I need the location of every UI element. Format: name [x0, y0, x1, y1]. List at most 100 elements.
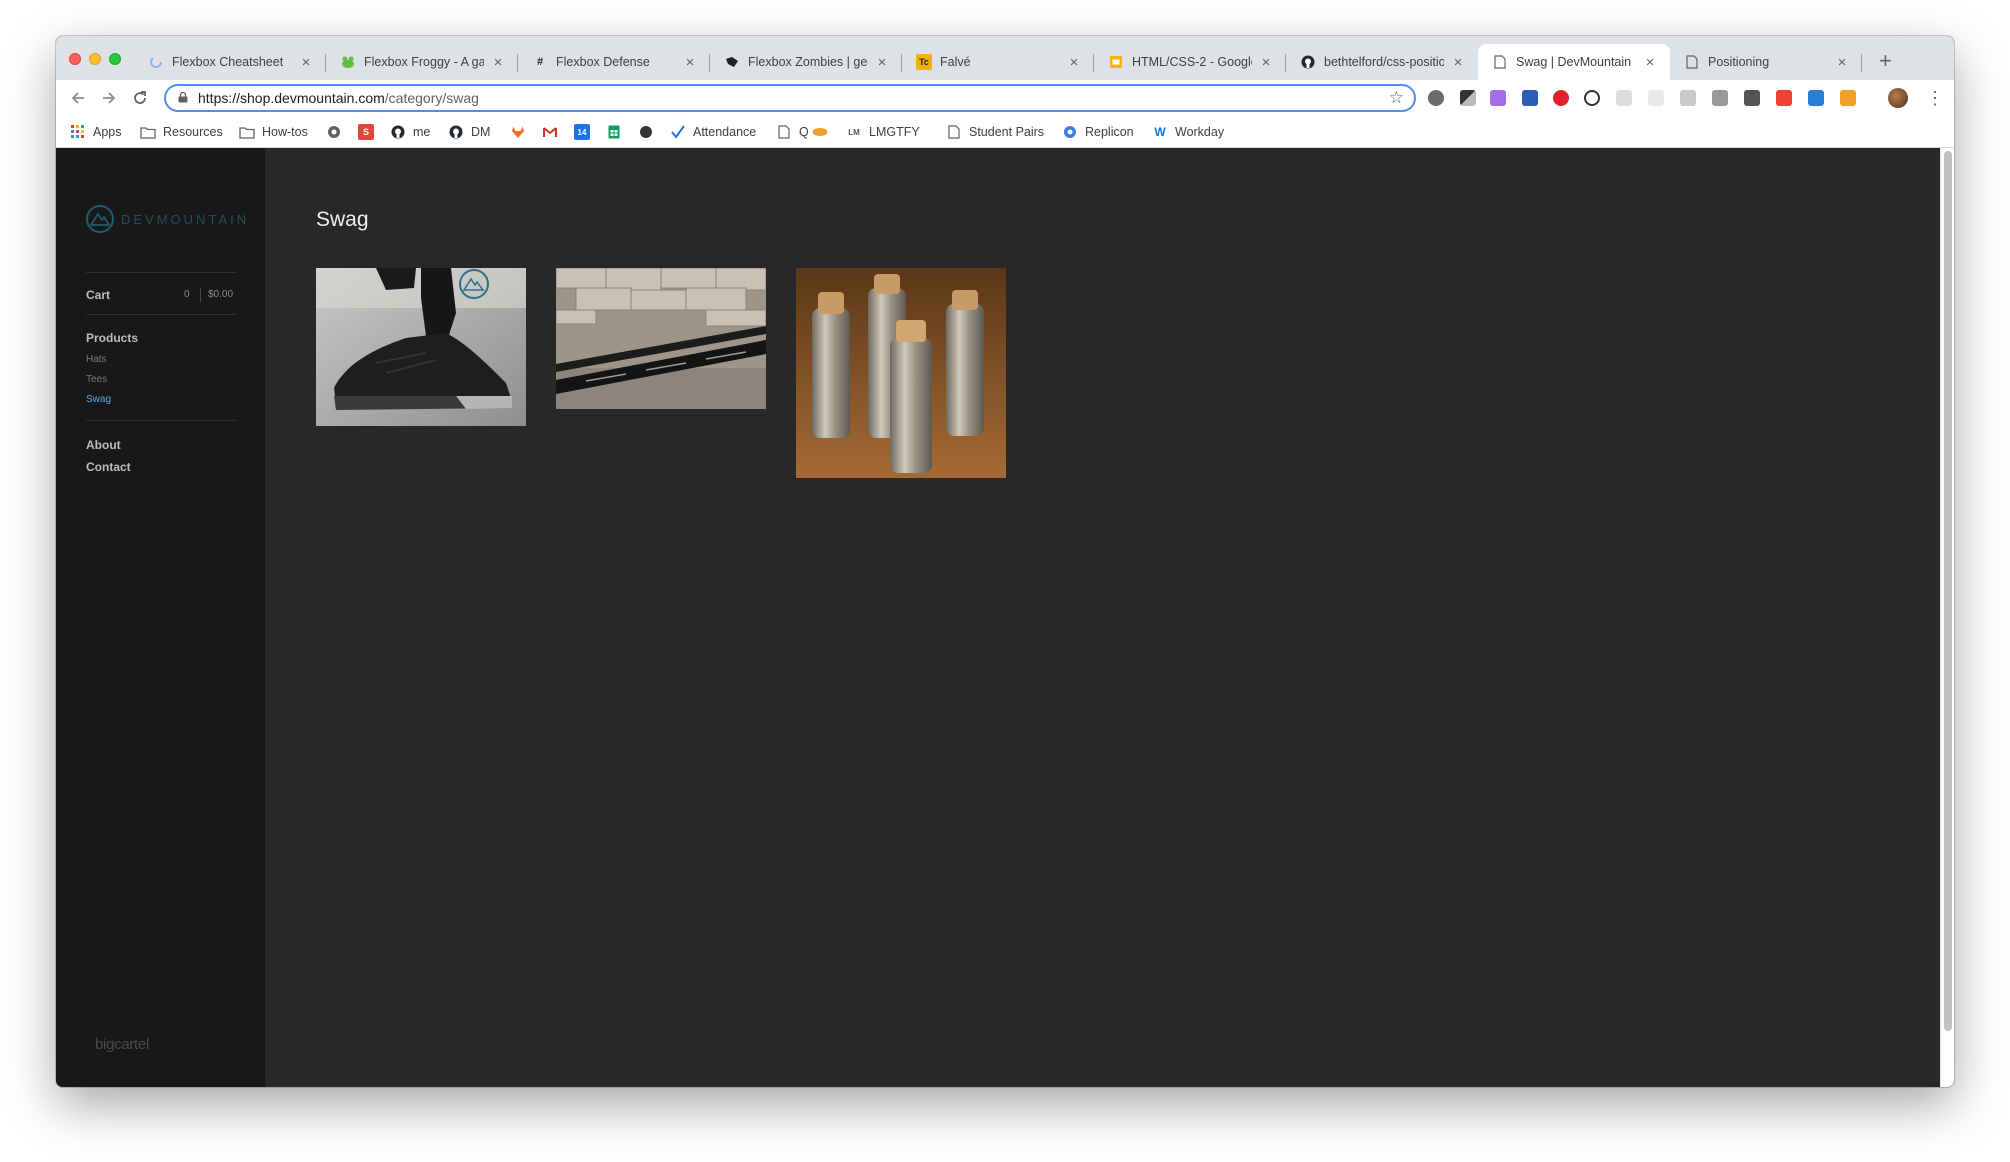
bookmark-q[interactable]: Q	[776, 116, 809, 148]
tab-swag-devmountain[interactable]: Swag | DevMountain ×	[1478, 44, 1670, 80]
tab-title: bethtelford/css-positio	[1324, 55, 1444, 69]
product-lanyard[interactable]	[556, 268, 766, 409]
bookmark-lmgtfy[interactable]: LM LMGTFY	[846, 116, 919, 148]
product-bottles[interactable]	[796, 268, 1006, 478]
tab-flexbox-cheatsheet[interactable]: Flexbox Cheatsheet ×	[134, 44, 326, 80]
falve-icon: Tc	[916, 54, 932, 70]
extension-icon[interactable]	[1808, 90, 1824, 106]
nav-about[interactable]: About	[86, 438, 121, 452]
bookmark-gitlab[interactable]	[510, 116, 533, 148]
tab-flexbox-zombies[interactable]: Flexbox Zombies | geo ×	[710, 44, 902, 80]
extension-icon[interactable]	[1648, 90, 1664, 106]
sidebar-divider	[86, 314, 236, 315]
profile-avatar[interactable]	[1888, 88, 1908, 108]
bookmark-sheets[interactable]	[606, 116, 629, 148]
bookmark-dm[interactable]: DM	[448, 116, 490, 148]
close-icon[interactable]: ×	[490, 54, 506, 71]
github-icon	[1300, 54, 1316, 70]
gmail-icon	[542, 124, 558, 140]
extension-icon[interactable]	[1776, 90, 1792, 106]
close-icon[interactable]: ×	[1258, 54, 1274, 71]
back-button[interactable]	[66, 86, 90, 110]
extension-icon[interactable]	[1460, 90, 1476, 106]
tab-flexbox-froggy[interactable]: Flexbox Froggy - A ga ×	[326, 44, 518, 80]
nav-category-tees[interactable]: Tees	[86, 374, 107, 385]
page-icon	[1492, 54, 1508, 70]
bookmark-label: Q	[799, 125, 809, 139]
nav-category-swag[interactable]: Swag	[86, 394, 111, 405]
menu-kebab-icon[interactable]: ⋮	[1926, 86, 1944, 110]
bookmark-bread[interactable]	[812, 116, 835, 148]
product-shoe[interactable]	[316, 268, 526, 426]
nav-products[interactable]: Products	[86, 331, 138, 345]
calendar-icon: 14	[574, 124, 590, 140]
close-icon[interactable]: ×	[1450, 54, 1466, 71]
page-icon	[946, 124, 962, 140]
nav-category-hats[interactable]: Hats	[86, 354, 107, 365]
extension-icon[interactable]	[1616, 90, 1632, 106]
close-icon[interactable]: ×	[298, 54, 314, 71]
extension-icon[interactable]	[1584, 90, 1600, 106]
tab-positioning[interactable]: Positioning ×	[1670, 44, 1862, 80]
arrow-right-icon	[103, 92, 116, 104]
bookmark-how-tos[interactable]: How-tos	[239, 116, 308, 148]
sheets-icon	[606, 124, 622, 140]
bookmark-student-pairs[interactable]: Student Pairs	[946, 116, 1044, 148]
extension-icon[interactable]	[1744, 90, 1760, 106]
tab-html-css-slides[interactable]: HTML/CSS-2 - Google ×	[1094, 44, 1286, 80]
forward-button[interactable]	[97, 86, 121, 110]
bookmark-me[interactable]: me	[390, 116, 430, 148]
bookmark-label: Attendance	[693, 125, 757, 139]
close-icon[interactable]: ×	[874, 54, 890, 71]
bookmark-calendar[interactable]: 14	[574, 116, 597, 148]
extension-icon[interactable]	[1840, 90, 1856, 106]
bookmark-label: How-tos	[262, 125, 308, 139]
extension-icon[interactable]	[1428, 90, 1444, 106]
minimize-window-button[interactable]	[89, 53, 101, 65]
store-logo[interactable]: DEVMOUNTAIN	[85, 204, 249, 234]
bookmark-attendance[interactable]: Attendance	[670, 116, 756, 148]
bookmark-workday[interactable]: W Workday	[1152, 116, 1224, 148]
bookmark-apps[interactable]: Apps	[70, 116, 122, 148]
tab-github-css-positioning[interactable]: bethtelford/css-positio ×	[1286, 44, 1478, 80]
nav-contact[interactable]: Contact	[86, 460, 131, 474]
close-icon[interactable]: ×	[1834, 54, 1850, 71]
tab-title: Flexbox Zombies | geo	[748, 55, 868, 69]
cart-count: 0	[184, 289, 190, 300]
close-window-button[interactable]	[69, 53, 81, 65]
cart-link[interactable]: Cart 0 $0.00	[86, 288, 236, 302]
bookmark-codepen[interactable]: S	[358, 116, 381, 148]
page-scrollbar[interactable]	[1940, 148, 1954, 1087]
tab-flexbox-defense[interactable]: # Flexbox Defense ×	[518, 44, 710, 80]
slides-icon	[1108, 54, 1124, 70]
close-icon[interactable]: ×	[1066, 54, 1082, 71]
address-bar[interactable]: https://shop.devmountain.com/category/sw…	[164, 84, 1416, 112]
sidebar-divider	[86, 272, 236, 273]
tab-falve[interactable]: Tc Falvé ×	[902, 44, 1094, 80]
folder-icon	[140, 124, 156, 140]
close-icon[interactable]: ×	[682, 54, 698, 71]
logo-wordmark: DEVMOUNTAIN	[121, 211, 250, 227]
bookmark-circle[interactable]	[638, 116, 661, 148]
bookmark-label: Student Pairs	[969, 125, 1045, 139]
bookmark-chrome[interactable]	[326, 116, 349, 148]
bookmark-replicon[interactable]: Replicon	[1062, 116, 1134, 148]
close-icon[interactable]: ×	[1642, 54, 1658, 71]
reload-button[interactable]	[128, 86, 152, 110]
workday-icon: W	[1154, 125, 1166, 139]
bigcartel-logo[interactable]: bigcartel	[95, 1036, 149, 1053]
bookmark-gmail[interactable]	[542, 116, 565, 148]
extension-icon[interactable]	[1712, 90, 1728, 106]
calendar-extension-icon[interactable]	[1522, 90, 1538, 106]
extension-icon[interactable]	[1680, 90, 1696, 106]
maximize-window-button[interactable]	[109, 53, 121, 65]
new-tab-button[interactable]: +	[1879, 50, 1892, 72]
scrollbar-thumb[interactable]	[1944, 151, 1952, 1031]
bookmark-star-icon[interactable]: ☆	[1389, 88, 1404, 108]
folder-icon	[239, 124, 255, 140]
bookmark-resources[interactable]: Resources	[140, 116, 223, 148]
opera-icon[interactable]	[1553, 90, 1569, 106]
replicon-icon	[1062, 124, 1078, 140]
extension-icon[interactable]	[1490, 90, 1506, 106]
check-icon	[670, 124, 686, 140]
